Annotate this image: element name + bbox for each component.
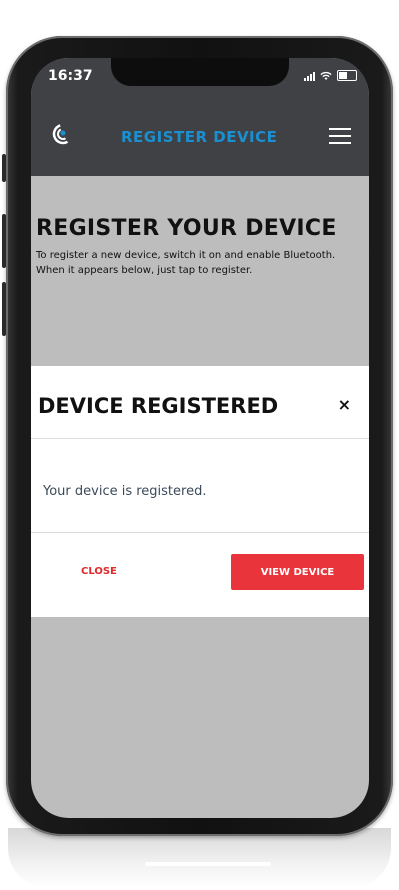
mute-switch bbox=[2, 154, 6, 182]
home-indicator bbox=[145, 862, 271, 866]
volume-down-button bbox=[2, 282, 6, 336]
page-description: To register a new device, switch it on a… bbox=[36, 250, 336, 276]
close-button[interactable]: CLOSE bbox=[81, 566, 117, 577]
app-title: REGISTER DEVICE bbox=[121, 128, 278, 146]
close-icon[interactable]: × bbox=[338, 395, 351, 414]
phone-screen: 16:37 REGISTER DEVICE REGISTER YOUR DEVI… bbox=[31, 58, 369, 818]
view-device-button[interactable]: VIEW DEVICE bbox=[231, 554, 364, 590]
phone-reflection bbox=[8, 828, 391, 888]
notch bbox=[111, 58, 289, 86]
status-icons bbox=[304, 70, 357, 81]
dialog-message: Your device is registered. bbox=[43, 484, 207, 499]
dialog-title: DEVICE REGISTERED bbox=[38, 394, 279, 418]
status-time: 16:37 bbox=[48, 68, 93, 84]
battery-icon bbox=[337, 70, 357, 81]
app-header: REGISTER DEVICE bbox=[31, 98, 369, 176]
page-title: REGISTER YOUR DEVICE bbox=[36, 216, 337, 241]
dialog-divider-bottom bbox=[31, 532, 369, 533]
brand-logo-icon[interactable] bbox=[51, 122, 75, 146]
dialog-divider-top bbox=[31, 438, 369, 439]
hamburger-menu-icon[interactable] bbox=[329, 128, 351, 149]
wifi-icon bbox=[320, 71, 332, 80]
device-registered-dialog: DEVICE REGISTERED × Your device is regis… bbox=[31, 366, 369, 617]
volume-up-button bbox=[2, 214, 6, 268]
status-bar: 16:37 bbox=[31, 58, 369, 98]
signal-icon bbox=[304, 71, 315, 81]
